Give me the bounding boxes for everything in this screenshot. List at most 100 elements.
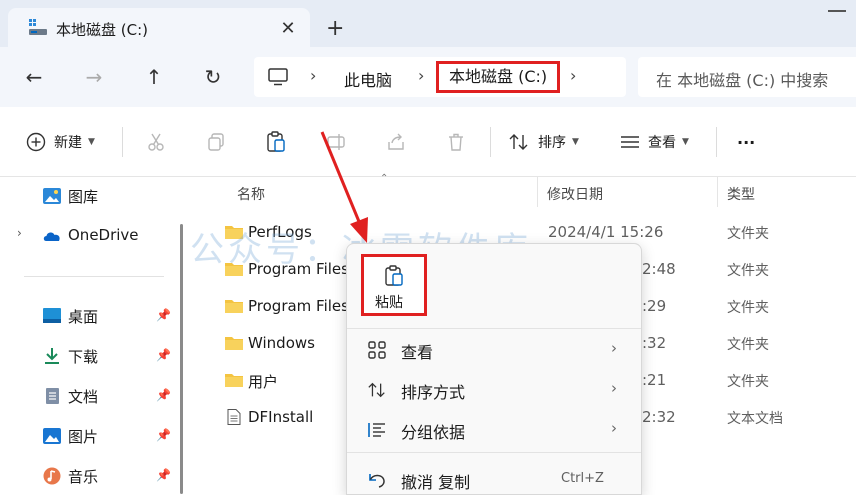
chevron-down-icon: ▼: [682, 137, 689, 147]
document-icon: [46, 388, 59, 404]
sidebar-item-label: 文档: [68, 388, 99, 406]
sort-ascending-icon: ⌃: [380, 173, 389, 184]
share-icon: [388, 133, 404, 150]
menu-item-undo-copy[interactable]: 撤消 复制 Ctrl+Z: [347, 460, 641, 495]
sidebar-item-pictures[interactable]: 图片 📌: [0, 419, 176, 453]
file-date: :29: [642, 297, 667, 315]
paste-button[interactable]: [266, 129, 286, 155]
trash-icon: [449, 133, 463, 151]
menu-item-sort-by[interactable]: 排序方式 ›: [347, 370, 641, 408]
desktop-icon: [43, 308, 61, 323]
breadcrumb-separator: ›: [418, 66, 425, 85]
file-date: 2:32: [642, 408, 676, 426]
sidebar-item-music[interactable]: 音乐 📌: [0, 459, 176, 493]
sidebar-item-desktop[interactable]: 桌面 📌: [0, 299, 176, 333]
sidebar-item-downloads[interactable]: 下载 📌: [0, 339, 176, 373]
forward-button[interactable]: →: [80, 63, 108, 91]
up-button[interactable]: ↑: [140, 63, 168, 91]
file-name: DFInstall: [248, 408, 314, 426]
file-date: 2024/4/1 15:26: [548, 223, 664, 241]
paste-quick-button[interactable]: 粘贴: [361, 254, 427, 316]
file-name: Windows: [248, 334, 315, 352]
paste-icon: [385, 265, 403, 286]
rename-button[interactable]: [326, 129, 346, 155]
submenu-arrow-icon: ›: [611, 339, 617, 357]
column-divider[interactable]: [537, 177, 538, 207]
cut-icon: [148, 133, 164, 151]
sidebar-item-label: OneDrive: [68, 226, 139, 244]
grid-icon: [368, 341, 386, 359]
column-header-type[interactable]: 类型: [727, 184, 755, 204]
copy-button[interactable]: [206, 129, 226, 155]
menu-item-group-by[interactable]: 分组依据 ›: [347, 410, 641, 448]
column-header-date[interactable]: 修改日期: [547, 184, 603, 204]
column-header-name[interactable]: 名称: [237, 184, 265, 204]
drive-icon: [29, 19, 47, 35]
file-name: PerfLogs: [248, 223, 312, 241]
column-divider[interactable]: [717, 177, 718, 207]
search-placeholder: 在 本地磁盘 (C:) 中搜索: [656, 71, 829, 90]
folder-icon: [225, 337, 243, 350]
cut-button[interactable]: [146, 129, 166, 155]
sidebar-item-gallery[interactable]: 图库: [0, 179, 176, 213]
command-bar: 新建 ▼ 排序 ▼ 查看 ▼ ···: [0, 107, 856, 177]
back-button[interactable]: ←: [20, 63, 48, 91]
menu-divider: [347, 328, 641, 329]
breadcrumb-local-disk[interactable]: 本地磁盘 (C:): [436, 61, 561, 93]
tab-title: 本地磁盘 (C:): [56, 21, 148, 39]
file-type: 文件夹: [727, 263, 769, 279]
share-button[interactable]: [386, 129, 406, 155]
file-date: :32: [642, 334, 667, 352]
navigation-pane: 图库 › OneDrive 桌面 📌 下载 📌 文档 📌 图片 📌 音乐 📌: [0, 177, 186, 495]
folder-icon: [225, 374, 243, 387]
minimize-icon[interactable]: [828, 10, 846, 12]
file-date: :21: [642, 371, 667, 389]
file-type: 文件夹: [727, 374, 769, 390]
more-button[interactable]: ···: [737, 129, 755, 155]
file-type: 文件夹: [727, 300, 769, 316]
file-name: Program Files: [248, 260, 349, 278]
sidebar-item-onedrive[interactable]: › OneDrive: [0, 219, 176, 253]
address-bar[interactable]: › 此电脑 › 本地磁盘 (C:) ›: [254, 57, 626, 97]
sidebar-item-label: 图片: [68, 428, 99, 446]
pin-icon[interactable]: 📌: [156, 348, 171, 362]
expand-chevron-icon[interactable]: ›: [17, 226, 22, 240]
refresh-button[interactable]: ↻: [199, 63, 227, 91]
rename-icon: [327, 134, 345, 150]
pin-icon[interactable]: 📌: [156, 308, 171, 322]
new-tab-button[interactable]: +: [326, 16, 344, 41]
paste-label: 粘贴: [375, 295, 403, 311]
new-button[interactable]: 新建 ▼: [26, 129, 95, 155]
sort-icon: [509, 134, 528, 150]
breadcrumb-this-pc[interactable]: 此电脑: [344, 67, 392, 91]
menu-item-label: 查看: [401, 343, 434, 362]
file-date: 2:48: [642, 260, 676, 278]
submenu-arrow-icon: ›: [611, 379, 617, 397]
menu-item-view[interactable]: 查看 ›: [347, 330, 641, 368]
delete-button[interactable]: [446, 129, 466, 155]
view-button[interactable]: 查看 ▼: [620, 129, 689, 155]
file-name: Program Files: [248, 297, 349, 315]
gallery-icon: [43, 188, 61, 204]
address-row: ← → ↑ ↻ › 此电脑 › 本地磁盘 (C:) › 在 本地磁盘 (C:) …: [0, 47, 856, 107]
computer-icon: [268, 68, 288, 86]
sidebar-item-documents[interactable]: 文档 📌: [0, 379, 176, 413]
pin-icon[interactable]: 📌: [156, 468, 171, 482]
view-list-icon: [621, 136, 639, 148]
divider: [716, 127, 717, 157]
menu-item-label: 排序方式: [401, 383, 466, 402]
search-input[interactable]: 在 本地磁盘 (C:) 中搜索: [638, 57, 856, 97]
pin-icon[interactable]: 📌: [156, 428, 171, 442]
breadcrumb-separator: ›: [310, 66, 317, 85]
close-tab-icon[interactable]: ✕: [278, 18, 298, 39]
sort-button[interactable]: 排序 ▼: [508, 129, 579, 155]
folder-icon: [225, 226, 243, 239]
tab-local-disk[interactable]: 本地磁盘 (C:) ✕: [8, 8, 310, 48]
pin-icon[interactable]: 📌: [156, 388, 171, 402]
download-icon: [45, 348, 59, 364]
sidebar-divider: [24, 276, 164, 277]
sidebar-scrollbar[interactable]: [180, 224, 183, 494]
sort-icon: [368, 382, 385, 398]
breadcrumb-expand-icon[interactable]: ›: [570, 66, 576, 85]
view-label: 查看: [648, 135, 676, 151]
